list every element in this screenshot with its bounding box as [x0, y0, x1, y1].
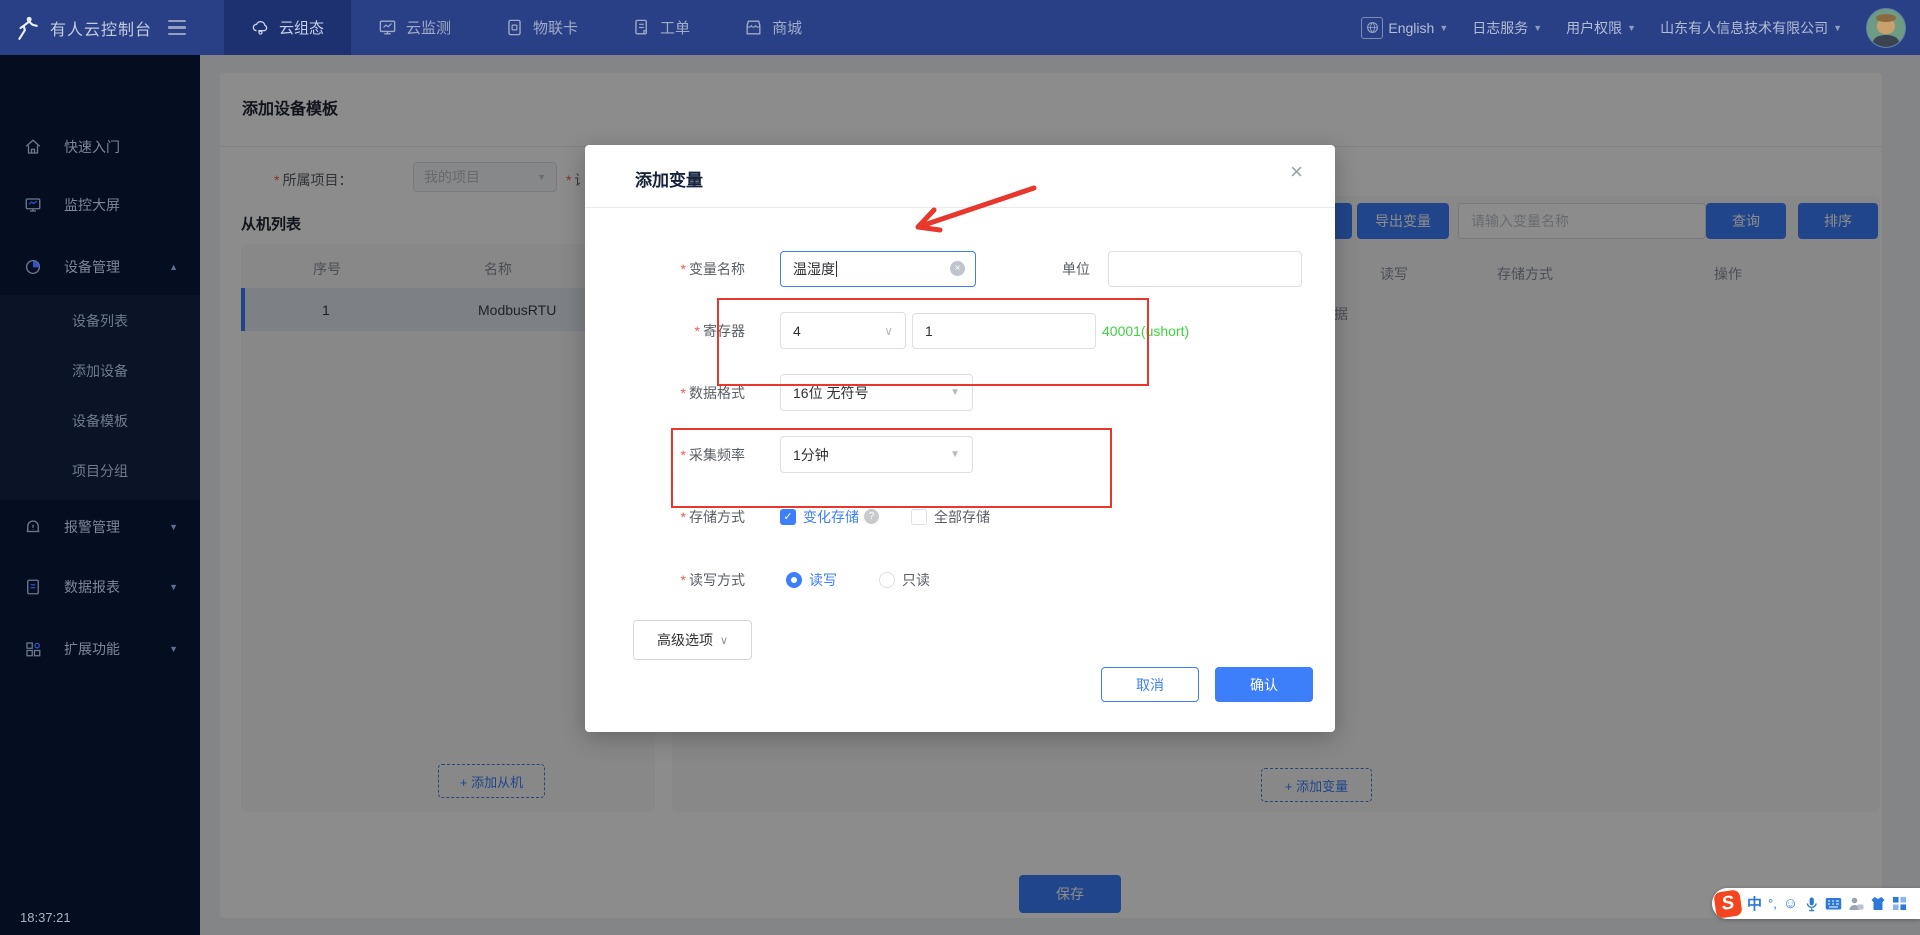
read-only-option-label[interactable]: 只读 — [902, 570, 930, 590]
tab-label: 云监测 — [406, 17, 451, 38]
sidebar-item-alarm-management[interactable]: 报警管理 ▼ — [0, 505, 200, 549]
confirm-button[interactable]: 确认 — [1215, 667, 1313, 702]
microphone-icon[interactable] — [1804, 896, 1819, 912]
sidebar-item-extensions[interactable]: 扩展功能 ▼ — [0, 627, 200, 671]
variable-name-input[interactable]: 温湿度 × — [780, 251, 976, 287]
brand[interactable]: 有人云控制台 — [0, 0, 212, 55]
help-icon[interactable]: ? — [864, 509, 879, 524]
app-root: 添加设备模板 *所属项目： 我的项目 ▼ *设 从机列表 序号 名称 1 Mod… — [0, 0, 1920, 935]
menu-toggle-icon[interactable] — [168, 20, 186, 36]
tab-label: 云组态 — [279, 17, 324, 38]
storefront-icon — [744, 18, 763, 37]
home-icon — [24, 138, 42, 156]
language-label: English — [1388, 20, 1434, 36]
chevron-down-icon: ▼ — [1833, 23, 1842, 33]
user-avatar[interactable] — [1866, 8, 1906, 48]
screen-icon — [24, 196, 42, 214]
clear-input-icon[interactable]: × — [950, 261, 965, 276]
sidebar-item-data-report[interactable]: 数据报表 ▼ — [0, 565, 200, 609]
dialog-title: 添加变量 — [635, 166, 703, 191]
chevron-down-icon: ▼ — [950, 387, 960, 398]
storage-mode-label: *存储方式 — [585, 507, 745, 527]
tab-cloud-scada[interactable]: 云组态 — [224, 0, 351, 55]
skin-icon[interactable] — [1870, 896, 1886, 911]
unit-input[interactable] — [1108, 251, 1302, 287]
chevron-down-icon: ▼ — [1627, 23, 1636, 33]
sidebar-item-device-management[interactable]: 设备管理 ▲ — [0, 245, 200, 289]
top-navbar: 有人云控制台 云组态 云监测 — [0, 0, 1920, 55]
tab-work-order[interactable]: 工单 — [605, 0, 717, 55]
chevron-down-icon: ▼ — [169, 582, 178, 592]
sidebar-item-project-group[interactable]: 项目分组 — [0, 451, 200, 491]
sidebar: 快速入门 监控大屏 设备管理 ▲ 设备列表 添加设备 设备模板 项目分组 报警管… — [0, 55, 200, 935]
rw-mode-label: *读写方式 — [585, 570, 745, 590]
sim-card-icon — [505, 18, 524, 37]
tab-label: 工单 — [660, 17, 690, 38]
punctuation-icon[interactable]: °, — [1768, 896, 1777, 911]
read-write-radio[interactable] — [786, 572, 802, 588]
sogou-logo-icon[interactable]: S — [1713, 889, 1742, 918]
device-management-submenu: 设备列表 添加设备 设备模板 项目分组 — [0, 295, 200, 500]
advanced-options-button[interactable]: 高级选项 ∨ — [633, 620, 752, 660]
toolbox-grid-icon[interactable] — [1892, 896, 1907, 911]
chevron-down-icon: ▼ — [1439, 23, 1448, 33]
annotation-arrow — [898, 160, 1058, 250]
chevron-down-icon: ▼ — [1533, 23, 1542, 33]
cancel-button[interactable]: 取消 — [1101, 667, 1199, 702]
chinese-mode-icon[interactable]: 中 — [1747, 893, 1762, 914]
log-service-menu[interactable]: 日志服务 ▼ — [1472, 18, 1542, 38]
grid-icon — [24, 640, 42, 658]
usr-logo-icon — [14, 15, 40, 41]
clock-time: 18:37:21 — [20, 910, 71, 925]
globe-icon — [1361, 17, 1383, 39]
sidebar-item-bigscreen[interactable]: 监控大屏 — [0, 183, 200, 227]
emoji-icon[interactable]: ☺ — [1783, 895, 1798, 912]
user-settings-icon[interactable] — [1848, 896, 1864, 911]
tab-label: 物联卡 — [533, 17, 578, 38]
work-order-icon — [632, 18, 651, 37]
tab-label: 商城 — [772, 17, 802, 38]
chevron-down-icon: ▼ — [169, 522, 178, 532]
chevron-up-icon: ▲ — [169, 262, 178, 272]
sidebar-item-device-list[interactable]: 设备列表 — [0, 301, 200, 341]
cloud-icon — [251, 18, 270, 37]
keyboard-icon[interactable] — [1825, 897, 1842, 911]
monitor-chart-icon — [378, 18, 397, 37]
tab-mall[interactable]: 商城 — [717, 0, 829, 55]
tab-iot-card[interactable]: 物联卡 — [478, 0, 605, 55]
text-caret — [836, 261, 837, 277]
annotation-rect-frequency — [671, 428, 1112, 508]
unit-label: 单位 — [1055, 259, 1090, 279]
brand-title: 有人云控制台 — [50, 16, 152, 40]
company-menu[interactable]: 山东有人信息技术有限公司 ▼ — [1660, 18, 1842, 38]
report-icon — [24, 578, 42, 596]
read-only-radio[interactable] — [879, 572, 895, 588]
sidebar-item-quickstart[interactable]: 快速入门 — [0, 125, 200, 169]
navbar-right: English ▼ 日志服务 ▼ 用户权限 ▼ 山东有人信息技术有限公司 ▼ — [1361, 0, 1906, 55]
change-storage-checkbox[interactable]: ✓ — [780, 509, 796, 525]
tab-cloud-monitor[interactable]: 云监测 — [351, 0, 478, 55]
sidebar-item-add-device[interactable]: 添加设备 — [0, 351, 200, 391]
variable-name-label: *变量名称 — [585, 259, 745, 279]
nav-tabs: 云组态 云监测 物联卡 — [224, 0, 829, 55]
annotation-rect-register — [717, 298, 1149, 386]
close-icon[interactable]: × — [1290, 159, 1303, 185]
change-storage-option-label[interactable]: 变化存储 — [803, 507, 859, 527]
read-write-option-label[interactable]: 读写 — [809, 570, 837, 590]
input-method-toolbar: S 中 °, ☺ — [1712, 888, 1920, 919]
sidebar-item-device-template[interactable]: 设备模板 — [0, 401, 200, 441]
all-storage-checkbox[interactable] — [911, 509, 927, 525]
alarm-icon — [24, 518, 42, 536]
pie-chart-icon — [24, 258, 42, 276]
chevron-down-icon: ∨ — [720, 634, 728, 647]
user-permission-menu[interactable]: 用户权限 ▼ — [1566, 18, 1636, 38]
chevron-down-icon: ▼ — [169, 644, 178, 654]
language-select[interactable]: English ▼ — [1361, 17, 1448, 39]
all-storage-option-label[interactable]: 全部存储 — [934, 507, 990, 527]
